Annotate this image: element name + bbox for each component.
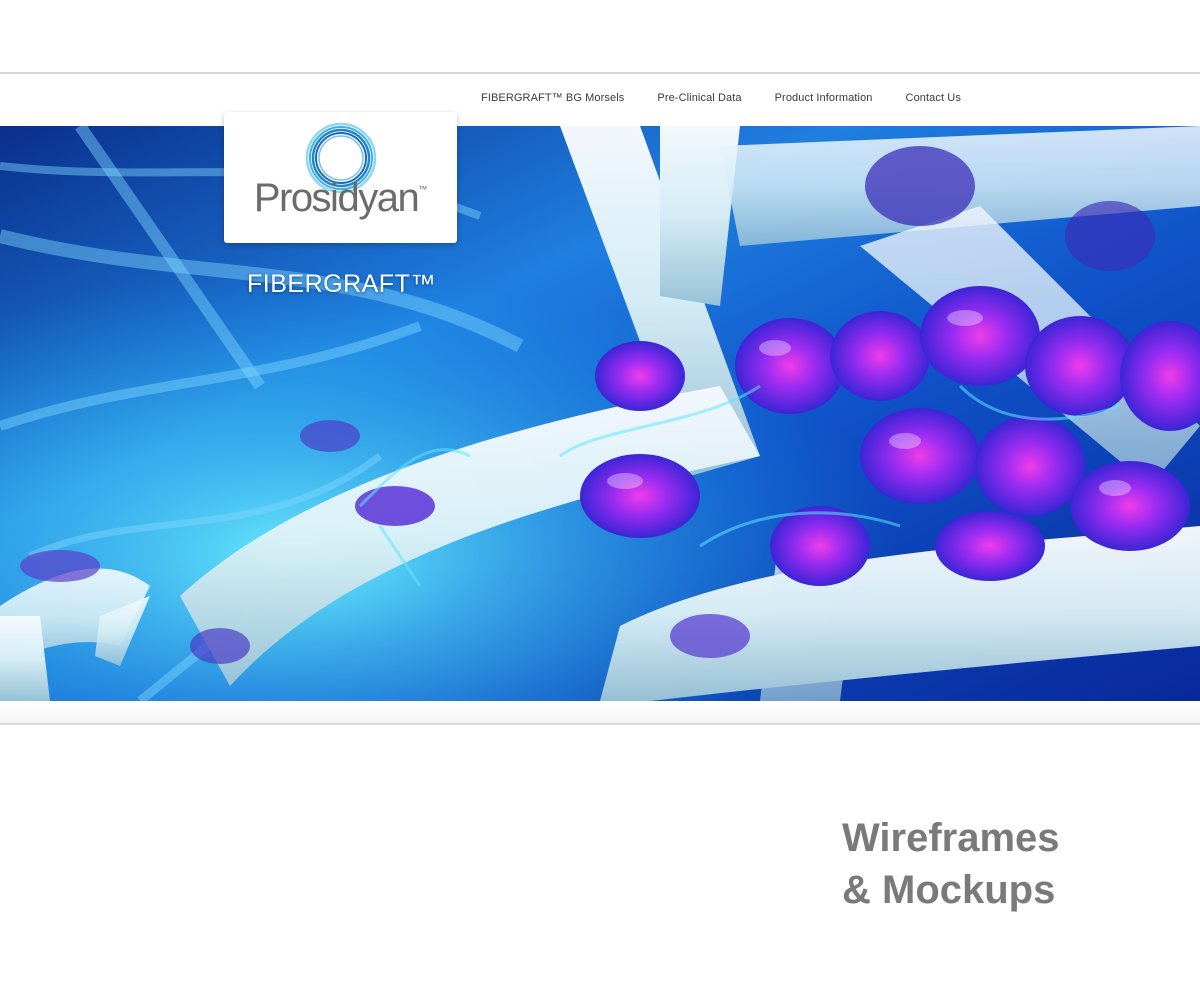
mockup-stage: FIBERGRAFT™ BG Morsels Pre-Clinical Data… [0,0,1200,1000]
brand-name: Prosidyan [253,176,420,220]
main-nav: FIBERGRAFT™ BG Morsels Pre-Clinical Data… [481,92,961,104]
hero-banner [0,126,1200,701]
nav-item-product-information[interactable]: Product Information [775,92,873,104]
nav-item-pre-clinical-data[interactable]: Pre-Clinical Data [657,92,741,104]
brand-trademark: ™ [418,184,428,194]
nav-item-contact-us[interactable]: Contact Us [906,92,961,104]
logo-card[interactable]: Prosidyan™ [224,112,457,243]
brand-wordmark: Prosidyan™ [224,176,457,221]
mockup-frame-bottom [0,701,1200,725]
caption-line-1: Wireframes [842,816,1060,860]
hero-illustration [0,126,1200,701]
caption-line-2: & Mockups [842,868,1056,912]
product-name: FIBERGRAFT™ [247,270,436,298]
nav-item-fibergraft-bg-morsels[interactable]: FIBERGRAFT™ BG Morsels [481,92,624,104]
slide-caption: Wireframes & Mockups [842,812,1060,916]
